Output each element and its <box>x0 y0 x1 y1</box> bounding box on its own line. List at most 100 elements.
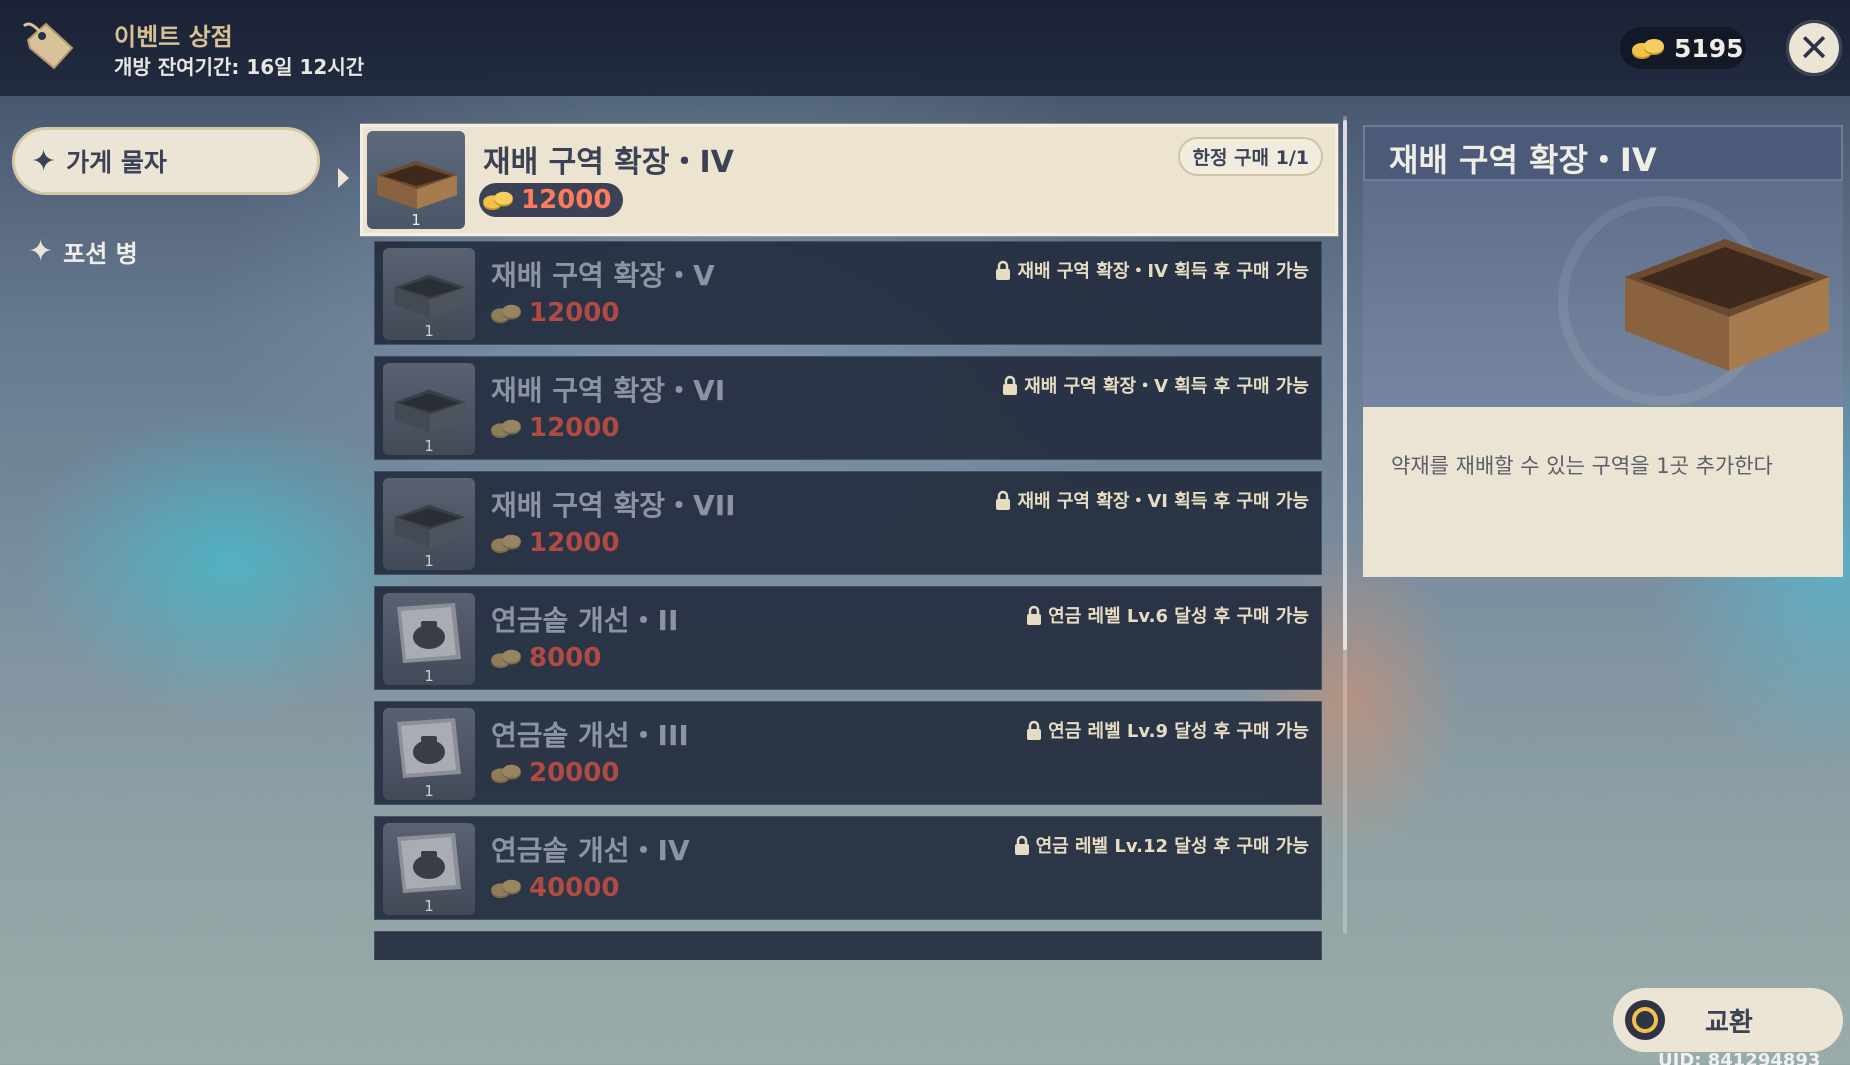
item-thumbnail: 1 <box>383 708 475 800</box>
exchange-button[interactable]: 교환 <box>1613 988 1843 1052</box>
shop-item-row[interactable]: 1 연금솥 개선・III 20000 연금 레벨 Lv.9 달성 후 구매 가능 <box>374 701 1322 805</box>
planter-box-icon <box>394 504 466 548</box>
four-point-star-icon: ✦ <box>31 143 57 179</box>
item-name: 연금솥 개선・II <box>491 604 679 637</box>
requirement-text: 연금 레벨 Lv.6 달성 후 구매 가능 <box>1048 606 1309 627</box>
mora-coin-icon <box>1632 39 1664 59</box>
item-name: 재배 구역 확장・VII <box>491 489 736 522</box>
item-price: 12000 <box>479 183 624 217</box>
planter-box-icon <box>394 274 466 318</box>
cauldron-scroll-icon <box>397 833 461 893</box>
purchase-requirement: 재배 구역 확장・VI 획득 후 구매 가능 <box>995 487 1309 513</box>
exchange-label: 교환 <box>1705 1007 1753 1038</box>
shop-item-list[interactable]: 1 재배 구역 확장・IV 12000 한정 구매 1/1 1 재배 구역 확장… <box>360 120 1340 960</box>
lock-icon <box>1014 835 1029 855</box>
planter-box-icon <box>1558 196 1829 406</box>
lock-icon <box>1003 375 1018 395</box>
item-thumbnail: 1 <box>383 593 475 685</box>
item-thumbnail: 1 <box>367 131 465 229</box>
category-label: 포션 병 <box>63 240 138 268</box>
list-scrollbar-thumb[interactable] <box>1343 120 1347 650</box>
shop-title: 이벤트 상점 <box>114 23 233 51</box>
item-name: 연금솥 개선・IV <box>491 834 690 867</box>
item-name: 재배 구역 확장・IV <box>483 145 734 180</box>
item-quantity: 1 <box>424 322 434 340</box>
purchase-requirement: 연금 레벨 Lv.6 달성 후 구매 가능 <box>1026 602 1309 628</box>
mora-coin-icon <box>483 191 513 211</box>
detail-description: 약재를 재배할 수 있는 구역을 1곳 추가한다 <box>1391 454 1773 478</box>
item-price: 8000 <box>489 643 601 673</box>
requirement-text: 연금 레벨 Lv.9 달성 후 구매 가능 <box>1048 721 1309 742</box>
item-quantity: 1 <box>424 782 434 800</box>
confirm-circle-icon <box>1625 1000 1665 1040</box>
mora-counter: 5195 <box>1620 27 1746 69</box>
close-button[interactable]: ✕ <box>1786 20 1842 76</box>
item-price-value: 12000 <box>521 185 612 215</box>
mora-coin-icon <box>491 649 521 669</box>
price-tag-icon <box>22 22 74 70</box>
mora-coin-icon <box>491 304 521 324</box>
item-price: 12000 <box>489 298 619 328</box>
requirement-text: 연금 레벨 Lv.12 달성 후 구매 가능 <box>1035 836 1309 857</box>
item-price: 20000 <box>489 758 619 788</box>
item-name: 재배 구역 확장・V <box>491 259 715 292</box>
cauldron-scroll-icon <box>397 718 461 778</box>
category-potion-bottle[interactable]: ✦ 포션 병 <box>28 234 138 269</box>
detail-title: 재배 구역 확장・IV <box>1389 141 1657 179</box>
item-name: 연금솥 개선・III <box>491 719 689 752</box>
cauldron-scroll-icon <box>397 603 461 663</box>
purchase-requirement: 연금 레벨 Lv.12 달성 후 구매 가능 <box>1014 832 1309 858</box>
top-bar: 이벤트 상점 개방 잔여기간: 16일 12시간 5195 ✕ <box>0 0 1850 96</box>
shop-remaining-time: 개방 잔여기간: 16일 12시간 <box>114 55 365 79</box>
mora-coin-icon <box>491 879 521 899</box>
mora-amount: 5195 <box>1674 33 1744 63</box>
requirement-text: 재배 구역 확장・VI 획득 후 구매 가능 <box>1017 491 1309 512</box>
category-label: 가게 물자 <box>66 148 167 177</box>
requirement-text: 재배 구역 확장・IV 획득 후 구매 가능 <box>1017 261 1309 282</box>
lock-icon <box>996 490 1011 510</box>
detail-art <box>1363 181 1843 407</box>
item-thumbnail: 1 <box>383 823 475 915</box>
four-point-star-icon: ✦ <box>28 234 54 269</box>
item-price: 12000 <box>489 413 619 443</box>
lock-icon <box>1027 720 1042 740</box>
item-price-value: 20000 <box>529 758 620 788</box>
item-price: 40000 <box>489 873 619 903</box>
player-uid: UID: 841294893 <box>1658 1050 1821 1065</box>
detail-header: 재배 구역 확장・IV <box>1363 125 1843 181</box>
item-quantity: 1 <box>424 437 434 455</box>
requirement-text: 재배 구역 확장・V 획득 후 구매 가능 <box>1024 376 1309 397</box>
shop-item-row[interactable]: 1 재배 구역 확장・VI 12000 재배 구역 확장・V 획득 후 구매 가… <box>374 356 1322 460</box>
item-quantity: 1 <box>424 897 434 915</box>
shop-item-row[interactable]: 1 연금솥 개선・II 8000 연금 레벨 Lv.6 달성 후 구매 가능 <box>374 586 1322 690</box>
close-icon: ✕ <box>1798 26 1830 70</box>
planter-box-icon <box>377 161 457 209</box>
item-price-value: 8000 <box>529 643 602 673</box>
category-selected-arrow-icon <box>338 168 349 188</box>
shop-item-row[interactable]: 1 재배 구역 확장・V 12000 재배 구역 확장・IV 획득 후 구매 가… <box>374 241 1322 345</box>
item-thumbnail: 1 <box>383 248 475 340</box>
item-thumbnail: 1 <box>383 363 475 455</box>
purchase-requirement: 연금 레벨 Lv.9 달성 후 구매 가능 <box>1026 717 1309 743</box>
mora-coin-icon <box>491 534 521 554</box>
item-price-value: 40000 <box>529 873 620 903</box>
item-price-value: 12000 <box>529 298 620 328</box>
shop-item-row-partial[interactable] <box>374 931 1322 960</box>
item-quantity: 1 <box>424 667 434 685</box>
shop-item-row[interactable]: 1 재배 구역 확장・IV 12000 한정 구매 1/1 <box>360 124 1338 236</box>
category-shop-supplies[interactable]: ✦ 가게 물자 <box>12 127 320 195</box>
lock-icon <box>1027 605 1042 625</box>
item-price: 12000 <box>489 528 619 558</box>
shop-item-row[interactable]: 1 연금솥 개선・IV 40000 연금 레벨 Lv.12 달성 후 구매 가능 <box>374 816 1322 920</box>
item-quantity: 1 <box>424 552 434 570</box>
item-price-value: 12000 <box>529 528 620 558</box>
detail-description-area: 약재를 재배할 수 있는 구역을 1곳 추가한다 <box>1363 407 1843 577</box>
item-detail-panel: 재배 구역 확장・IV 약재를 재배할 수 있는 구역을 1곳 추가한다 <box>1363 125 1843 577</box>
item-price-value: 12000 <box>529 413 620 443</box>
item-quantity: 1 <box>411 211 421 229</box>
mora-coin-icon <box>491 419 521 439</box>
shop-item-row[interactable]: 1 재배 구역 확장・VII 12000 재배 구역 확장・VI 획득 후 구매… <box>374 471 1322 575</box>
mora-coin-icon <box>491 764 521 784</box>
planter-box-icon <box>394 389 466 433</box>
purchase-limit-badge: 한정 구매 1/1 <box>1178 137 1323 176</box>
